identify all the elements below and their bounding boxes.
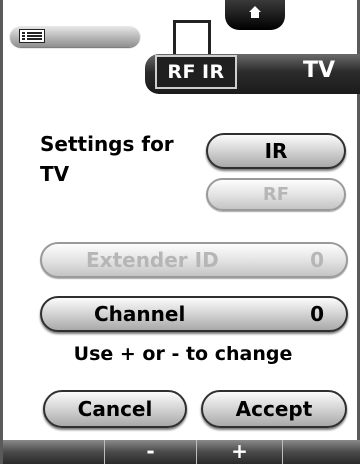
bottom-bar-left-button[interactable] xyxy=(3,440,105,464)
menu-button[interactable] xyxy=(10,25,140,47)
ir-indicator-label: IR xyxy=(201,61,225,83)
settings-label-line2: TV xyxy=(40,162,70,186)
rf-ir-indicator: RF IR xyxy=(155,55,237,89)
minus-button[interactable]: - xyxy=(105,440,197,464)
channel-label: Channel xyxy=(94,302,186,326)
change-hint: Use + or - to change xyxy=(73,343,293,365)
bottom-bar: - + xyxy=(3,440,360,464)
channel-field[interactable]: Channel 0 xyxy=(40,296,348,332)
device-title: TV xyxy=(303,58,336,83)
menu-list-icon xyxy=(19,29,45,43)
rf-indicator-label: RF xyxy=(167,61,196,83)
rf-mode-button[interactable]: RF xyxy=(206,178,346,211)
plus-button[interactable]: + xyxy=(197,440,283,464)
remote-screen: RF IR TV Settings for TV IR RF Extender … xyxy=(0,0,360,464)
channel-value: 0 xyxy=(310,302,324,326)
extender-id-value: 0 xyxy=(310,248,324,272)
home-button[interactable] xyxy=(225,0,285,30)
cancel-button[interactable]: Cancel xyxy=(43,390,187,428)
extender-id-label: Extender ID xyxy=(86,248,219,272)
home-icon xyxy=(249,6,261,18)
settings-label: Settings for TV xyxy=(40,129,200,189)
extender-id-field[interactable]: Extender ID 0 xyxy=(40,242,348,278)
accept-button[interactable]: Accept xyxy=(201,390,347,428)
settings-label-line1: Settings for xyxy=(40,132,174,156)
bottom-bar-right-button[interactable] xyxy=(283,440,360,464)
ir-mode-button[interactable]: IR xyxy=(206,133,346,169)
